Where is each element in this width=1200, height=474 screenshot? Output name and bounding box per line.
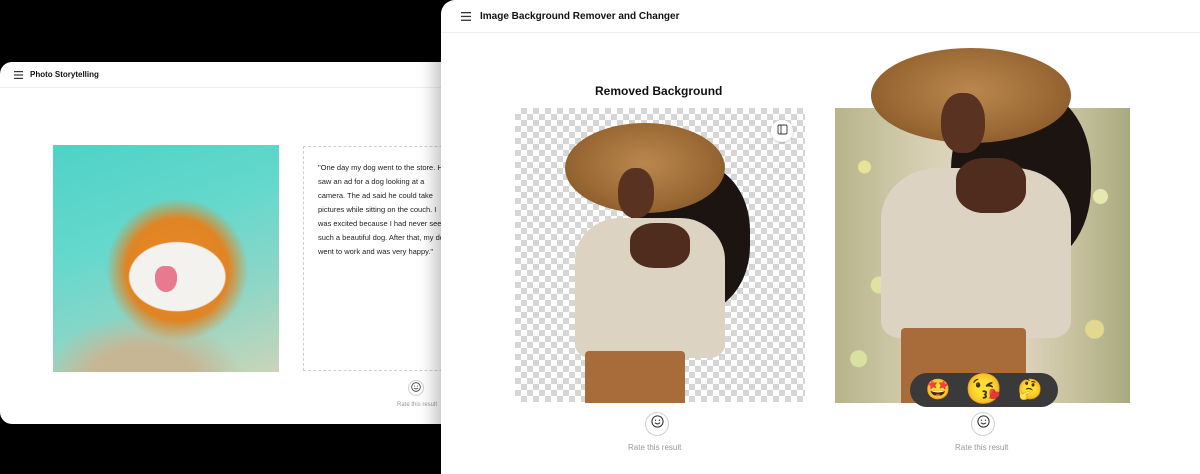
window-title: Photo Storytelling: [30, 70, 99, 79]
smiley-icon: [411, 379, 421, 397]
rate-label-right: Rate this result: [955, 443, 1009, 452]
cat-photo: [53, 145, 279, 372]
rate-button[interactable]: [408, 380, 424, 396]
person-cutout: [555, 123, 775, 403]
window-title: Image Background Remover and Changer: [480, 10, 680, 22]
emoji-star-struck[interactable]: 🤩: [925, 380, 950, 400]
menu-icon[interactable]: [461, 11, 471, 21]
rate-button-left[interactable]: [645, 412, 669, 436]
emoji-kiss[interactable]: 😘: [965, 375, 1002, 405]
cat-tongue: [155, 266, 177, 292]
emoji-thinking[interactable]: 🤔: [1018, 380, 1043, 400]
smiley-icon: [976, 415, 990, 433]
story-text: "One day my dog went to the store. He sa…: [318, 163, 449, 256]
removed-background-image: [515, 108, 805, 403]
section-heading: Removed Background: [595, 84, 723, 98]
photo-storytelling-window: Photo Storytelling "One day my dog went …: [0, 62, 470, 424]
rate-label-left: Rate this result: [628, 443, 682, 452]
panel-toggle-icon: [777, 122, 788, 140]
background-remover-window: Image Background Remover and Changer Rem…: [441, 0, 1200, 474]
smiley-icon: [650, 415, 664, 433]
panel-toggle-button[interactable]: [771, 120, 793, 142]
person-on-garden: [861, 48, 1101, 403]
header-bar: Photo Storytelling: [0, 62, 470, 88]
emoji-reaction-bar: 🤩 😘 🤔: [910, 373, 1058, 407]
header-bar: Image Background Remover and Changer: [441, 0, 1200, 33]
menu-icon[interactable]: [14, 70, 23, 79]
rate-label: Rate this result: [397, 402, 438, 408]
rate-button-right[interactable]: [971, 412, 995, 436]
